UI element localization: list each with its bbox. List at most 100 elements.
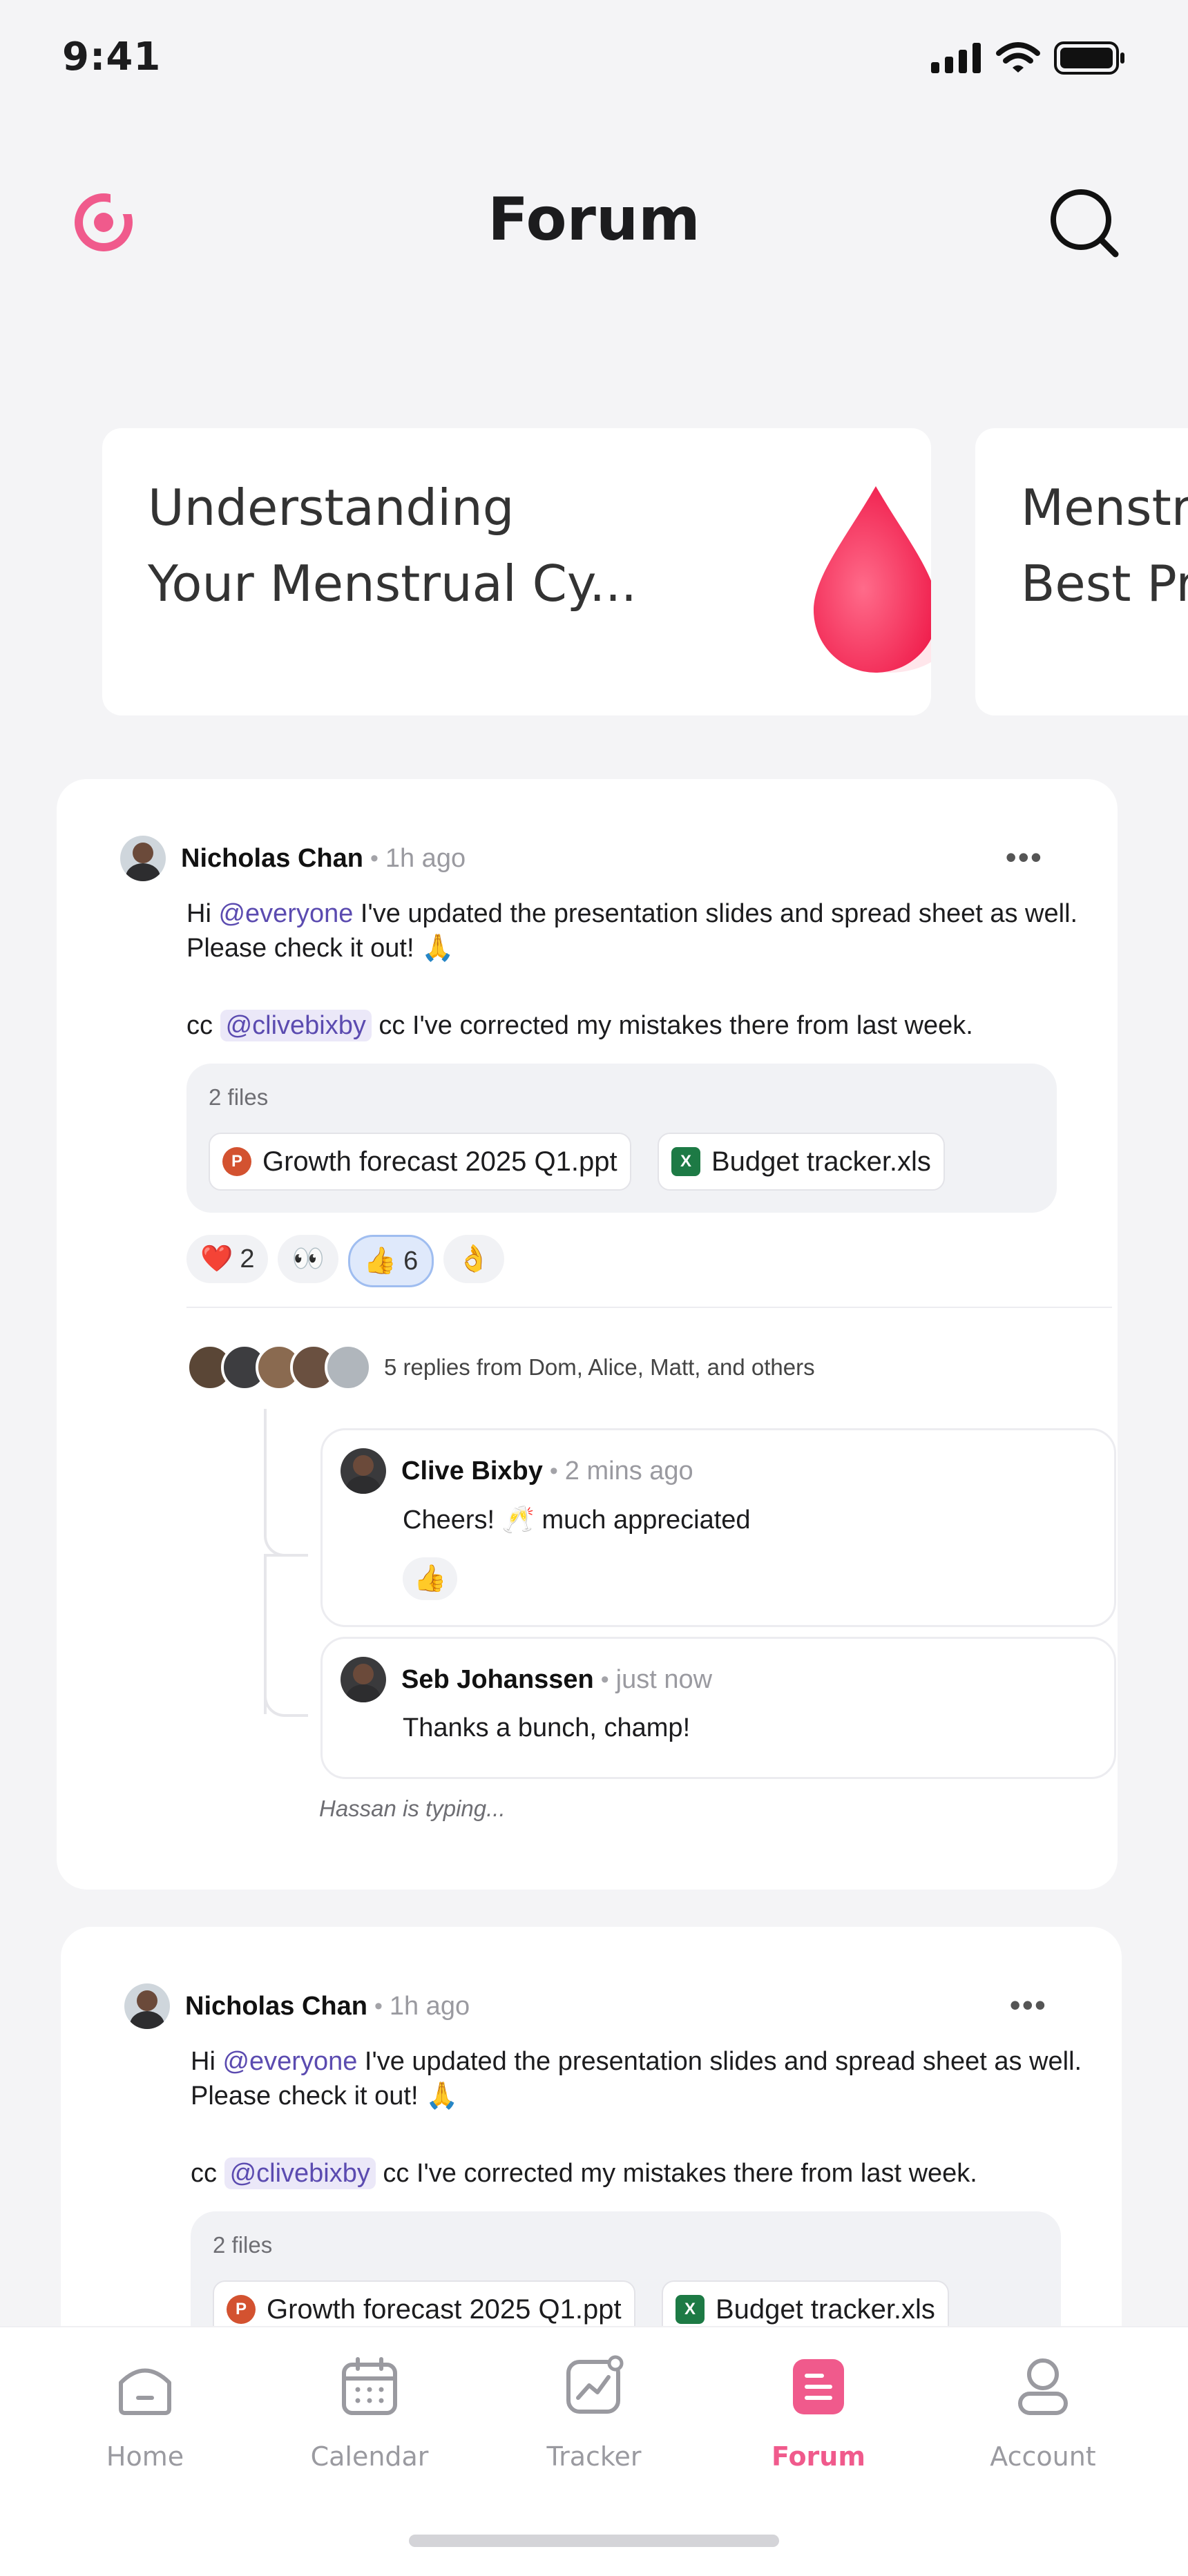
tab-tracker[interactable]: Tracker xyxy=(511,2355,677,2472)
tab-label: Calendar xyxy=(310,2441,429,2472)
reaction-eyes[interactable]: 👀 xyxy=(278,1235,338,1283)
replies-summary-text: 5 replies from Dom, Alice, Matt, and oth… xyxy=(384,1354,815,1380)
topic-title: Understanding Your Menstrual Cy... xyxy=(148,479,637,613)
mention-everyone[interactable]: @everyone xyxy=(222,2047,357,2076)
tab-forum[interactable]: Forum xyxy=(736,2355,901,2472)
post-time: 1h ago xyxy=(389,1991,470,2021)
post-message: Hi @everyone I've updated the presentati… xyxy=(191,2044,1109,2113)
post-author-row: Nicholas Chan • 1h ago xyxy=(120,834,466,883)
tab-label: Home xyxy=(106,2441,184,2472)
tab-home[interactable]: Home xyxy=(62,2355,228,2472)
avatar[interactable] xyxy=(124,1983,170,2029)
more-options-icon[interactable]: ••• xyxy=(1010,1986,1047,2024)
file-name: Growth forecast 2025 Q1.ppt xyxy=(262,1146,617,1177)
thread-connector xyxy=(264,1670,308,1717)
replies-summary[interactable]: 5 replies from Dom, Alice, Matt, and oth… xyxy=(186,1344,815,1391)
message-text: cc xyxy=(186,1011,220,1040)
divider xyxy=(186,1307,1112,1308)
message-text: Hi xyxy=(186,899,219,928)
status-bar: 9:41 xyxy=(0,0,1188,117)
powerpoint-icon: P xyxy=(227,2295,256,2324)
reaction-thumbs-up[interactable]: 👍 xyxy=(403,1557,458,1600)
forum-icon xyxy=(793,2359,844,2414)
excel-icon: X xyxy=(676,2295,705,2324)
separator-dot: • xyxy=(374,1992,383,2019)
reply-author-row: Seb Johanssen • just now xyxy=(341,1657,712,1702)
tab-label: Forum xyxy=(772,2441,865,2472)
app-header: Forum xyxy=(0,166,1188,276)
reaction-thumbs-up[interactable]: 👍 6 xyxy=(347,1235,434,1287)
tab-account[interactable]: Account xyxy=(960,2355,1126,2472)
status-time: 9:41 xyxy=(62,35,162,79)
wifi-icon xyxy=(996,42,1040,73)
powerpoint-icon: P xyxy=(222,1147,251,1176)
topic-title: Menstr Best Pr xyxy=(1021,479,1188,613)
message-text: Hi xyxy=(191,2047,223,2076)
reply-card: Clive Bixby • 2 mins ago Cheers! 🥂 much … xyxy=(320,1428,1116,1627)
author-name[interactable]: Seb Johanssen xyxy=(401,1665,594,1695)
separator-dot: • xyxy=(370,845,379,872)
reaction-count: 6 xyxy=(403,1246,419,1276)
tracker-icon xyxy=(566,2355,624,2414)
post-message-cc: cc @clivebixby cc I've corrected my mist… xyxy=(191,2156,1109,2191)
reaction-heart[interactable]: ❤️ 2 xyxy=(186,1235,269,1283)
separator-dot: • xyxy=(600,1666,609,1693)
file-chip-ppt[interactable]: P Growth forecast 2025 Q1.ppt xyxy=(209,1133,631,1191)
avatar[interactable] xyxy=(120,836,166,881)
reply-time: just now xyxy=(615,1664,713,1694)
home-indicator[interactable] xyxy=(409,2535,779,2547)
avatar[interactable] xyxy=(341,1657,386,1702)
tab-calendar[interactable]: Calendar xyxy=(287,2355,452,2472)
heart-emoji-icon: ❤️ xyxy=(200,1244,233,1273)
ok-hand-emoji-icon: 👌 xyxy=(457,1244,490,1273)
tab-label: Tracker xyxy=(546,2441,642,2472)
signal-icon xyxy=(931,43,981,73)
home-icon xyxy=(119,2368,171,2415)
separator-dot: • xyxy=(549,1457,558,1484)
mention-user[interactable]: @clivebixby xyxy=(224,2157,376,2189)
mention-everyone[interactable]: @everyone xyxy=(218,899,353,928)
excel-icon: X xyxy=(671,1147,700,1176)
topic-card[interactable]: Understanding Your Menstrual Cy... xyxy=(102,428,931,715)
reply-card: Seb Johanssen • just now Thanks a bunch,… xyxy=(320,1637,1116,1779)
more-options-icon[interactable]: ••• xyxy=(1006,838,1043,876)
avatar xyxy=(325,1344,372,1391)
thumbs-up-emoji-icon: 👍 xyxy=(414,1564,447,1593)
thread-connector xyxy=(264,1409,308,1557)
calendar-icon xyxy=(342,2357,397,2415)
author-name[interactable]: Clive Bixby xyxy=(401,1457,543,1486)
battery-icon xyxy=(1054,41,1124,75)
blood-drop-icon xyxy=(814,486,931,673)
avatar[interactable] xyxy=(341,1448,386,1494)
page-title: Forum xyxy=(488,185,700,254)
search-icon[interactable] xyxy=(1046,185,1122,261)
reply-author-row: Clive Bixby • 2 mins ago xyxy=(341,1448,693,1494)
reaction-ok[interactable]: 👌 xyxy=(443,1235,504,1283)
forum-post: Nicholas Chan • 1h ago ••• Hi @everyone … xyxy=(57,779,1118,1890)
thumbs-up-emoji-icon: 👍 xyxy=(363,1247,397,1276)
reply-text: Cheers! 🥂 much appreciated xyxy=(403,1506,751,1535)
files-count: 2 files xyxy=(209,1084,269,1110)
reactions-bar: ❤️ 2 👀 👍 6 👌 xyxy=(186,1235,504,1287)
topic-card[interactable]: Menstr Best Pr xyxy=(975,428,1188,715)
author-name[interactable]: Nicholas Chan xyxy=(185,1992,367,2021)
tab-label: Account xyxy=(990,2441,1096,2472)
file-name: Budget tracker.xls xyxy=(711,1146,931,1177)
post-message: Hi @everyone I've updated the presentati… xyxy=(186,896,1105,965)
status-icons xyxy=(931,41,1126,75)
message-text: cc xyxy=(191,2159,224,2188)
post-time: 1h ago xyxy=(385,843,466,873)
account-icon xyxy=(1018,2358,1068,2415)
files-count: 2 files xyxy=(213,2232,273,2258)
file-chip-xls[interactable]: X Budget tracker.xls xyxy=(658,1133,945,1191)
eyes-emoji-icon: 👀 xyxy=(291,1244,325,1273)
typing-indicator: Hassan is typing... xyxy=(319,1796,506,1821)
mention-user[interactable]: @clivebixby xyxy=(220,1010,372,1041)
file-name: Budget tracker.xls xyxy=(716,2294,935,2325)
reply-text: Thanks a bunch, champ! xyxy=(403,1713,691,1742)
message-text: cc I've corrected my mistakes there from… xyxy=(375,2159,977,2188)
author-name[interactable]: Nicholas Chan xyxy=(181,844,363,874)
message-text: cc I've corrected my mistakes there from… xyxy=(371,1011,973,1040)
attachments-box: 2 files P Growth forecast 2025 Q1.ppt X … xyxy=(186,1064,1057,1213)
reply-time: 2 mins ago xyxy=(564,1456,693,1486)
